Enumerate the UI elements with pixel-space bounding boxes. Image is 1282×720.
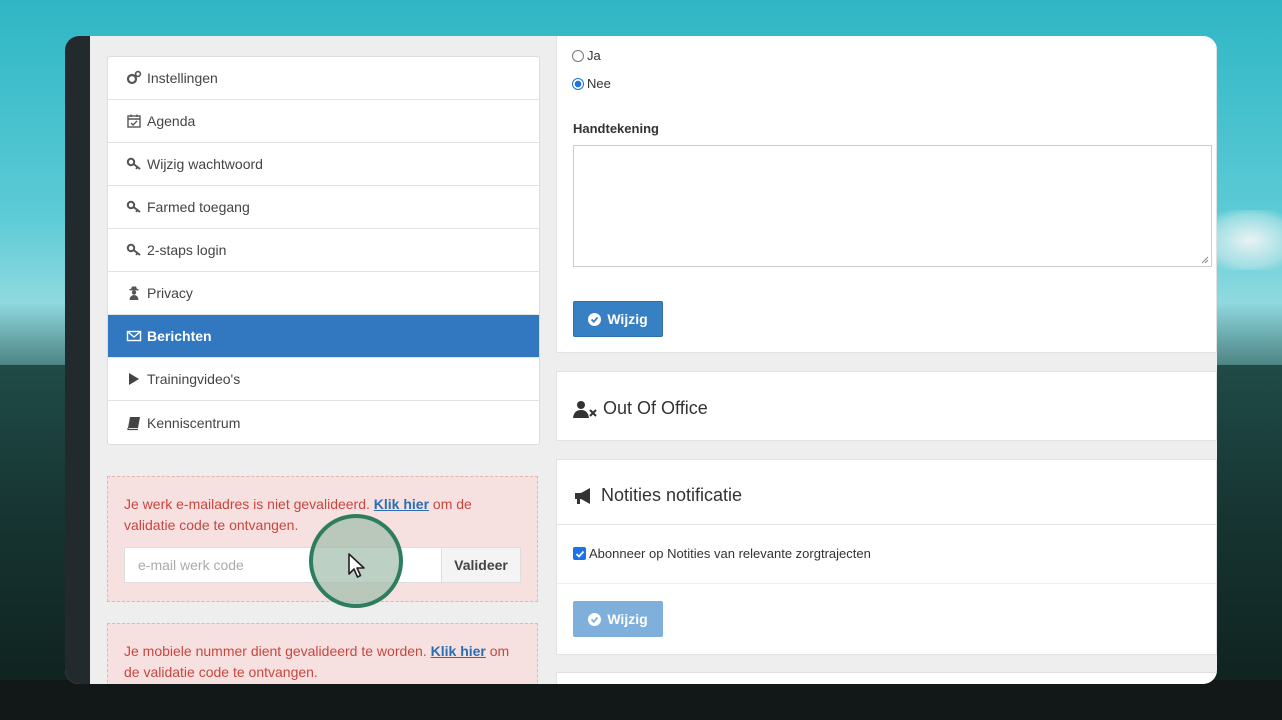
menu-item-instellingen[interactable]: Instellingen — [108, 57, 539, 100]
menu-item-kenniscentrum[interactable]: Kenniscentrum — [108, 401, 539, 444]
menu-label: Instellingen — [147, 70, 218, 86]
menu-label: Privacy — [147, 285, 193, 301]
signature-textarea[interactable] — [573, 145, 1212, 267]
alert-text: Je werk e-mailadres is niet gevalideerd. — [124, 496, 370, 512]
notities-title: Notities notificatie — [573, 485, 742, 506]
check-circle-icon — [588, 612, 602, 626]
save-notifications-button[interactable]: Wijzig — [573, 601, 663, 637]
menu-item-trainingvideos[interactable]: Trainingvideo's — [108, 358, 539, 401]
radio-button-ja[interactable] — [572, 49, 584, 62]
panel-divider — [557, 583, 1216, 584]
background-bottom — [0, 680, 1282, 720]
radio-label: Ja — [587, 48, 601, 63]
radio-label: Nee — [587, 76, 611, 91]
menu-label: Farmed toegang — [147, 199, 250, 215]
menu-item-berichten[interactable]: Berichten — [108, 315, 539, 358]
book-icon — [126, 415, 142, 431]
calendar-check-icon — [126, 113, 142, 129]
settings-menu: Instellingen Agenda Wijzig wachtwoord Fa… — [107, 56, 540, 445]
radio-button-nee[interactable] — [572, 77, 584, 90]
menu-item-privacy[interactable]: Privacy — [108, 272, 539, 315]
menu-label: Berichten — [147, 328, 212, 344]
mobile-validation-alert: Je mobiele nummer dient gevalideerd te w… — [107, 623, 538, 684]
gears-icon — [126, 70, 142, 86]
panel-title-text: Out Of Office — [603, 398, 708, 418]
right-column: Ja Nee Handtekening Wijzig Out Of Office… — [556, 36, 1217, 684]
out-of-office-panel: Out Of Office — [556, 371, 1217, 441]
radio-ja[interactable]: Ja — [572, 48, 601, 63]
mobile-click-here-link[interactable]: Klik hier — [431, 643, 486, 659]
user-times-icon — [573, 400, 597, 418]
resize-grip-icon[interactable] — [1201, 256, 1209, 264]
menu-label: Wijzig wachtwoord — [147, 156, 263, 172]
check-circle-icon — [588, 312, 602, 326]
message-settings-panel: Ja Nee Handtekening Wijzig — [556, 36, 1217, 353]
button-label: Wijzig — [607, 311, 648, 327]
save-signature-button[interactable]: Wijzig — [573, 301, 663, 337]
key-icon — [126, 199, 142, 215]
dark-sidebar-strip — [65, 36, 90, 684]
next-panel — [556, 672, 1217, 684]
key-icon — [126, 156, 142, 172]
checkbox-label: Abonneer op Notities van relevante zorgt… — [589, 546, 871, 561]
validate-button[interactable]: Valideer — [441, 547, 521, 583]
alert-text: Je mobiele nummer dient gevalideerd te w… — [124, 643, 427, 659]
menu-label: Kenniscentrum — [147, 414, 241, 431]
menu-label: Trainingvideo's — [147, 371, 241, 387]
menu-item-agenda[interactable]: Agenda — [108, 100, 539, 143]
mouse-pointer-icon — [348, 553, 365, 578]
radio-nee[interactable]: Nee — [572, 76, 611, 91]
app-window: Instellingen Agenda Wijzig wachtwoord Fa… — [65, 36, 1217, 684]
button-label: Wijzig — [607, 611, 648, 627]
envelope-icon — [126, 328, 142, 344]
menu-item-wijzig-wachtwoord[interactable]: Wijzig wachtwoord — [108, 143, 539, 186]
user-secret-icon — [126, 285, 142, 301]
menu-label: Agenda — [147, 113, 196, 129]
signature-label: Handtekening — [573, 121, 659, 136]
bullhorn-icon — [573, 487, 595, 505]
key-icon — [126, 242, 142, 258]
panel-divider — [557, 524, 1216, 525]
menu-item-2-staps-login[interactable]: 2-staps login — [108, 229, 539, 272]
out-of-office-title[interactable]: Out Of Office — [573, 398, 708, 419]
subscribe-checkbox[interactable] — [573, 547, 586, 560]
panel-title-text: Notities notificatie — [601, 485, 743, 505]
notities-notificatie-panel: Notities notificatie Abonneer op Notitie… — [556, 459, 1217, 655]
play-icon — [126, 371, 142, 387]
menu-item-farmed-toegang[interactable]: Farmed toegang — [108, 186, 539, 229]
menu-label: 2-staps login — [147, 242, 227, 258]
subscribe-notities-row[interactable]: Abonneer op Notities van relevante zorgt… — [573, 546, 871, 561]
cursor-highlight — [309, 514, 403, 608]
email-click-here-link[interactable]: Klik hier — [374, 496, 429, 512]
